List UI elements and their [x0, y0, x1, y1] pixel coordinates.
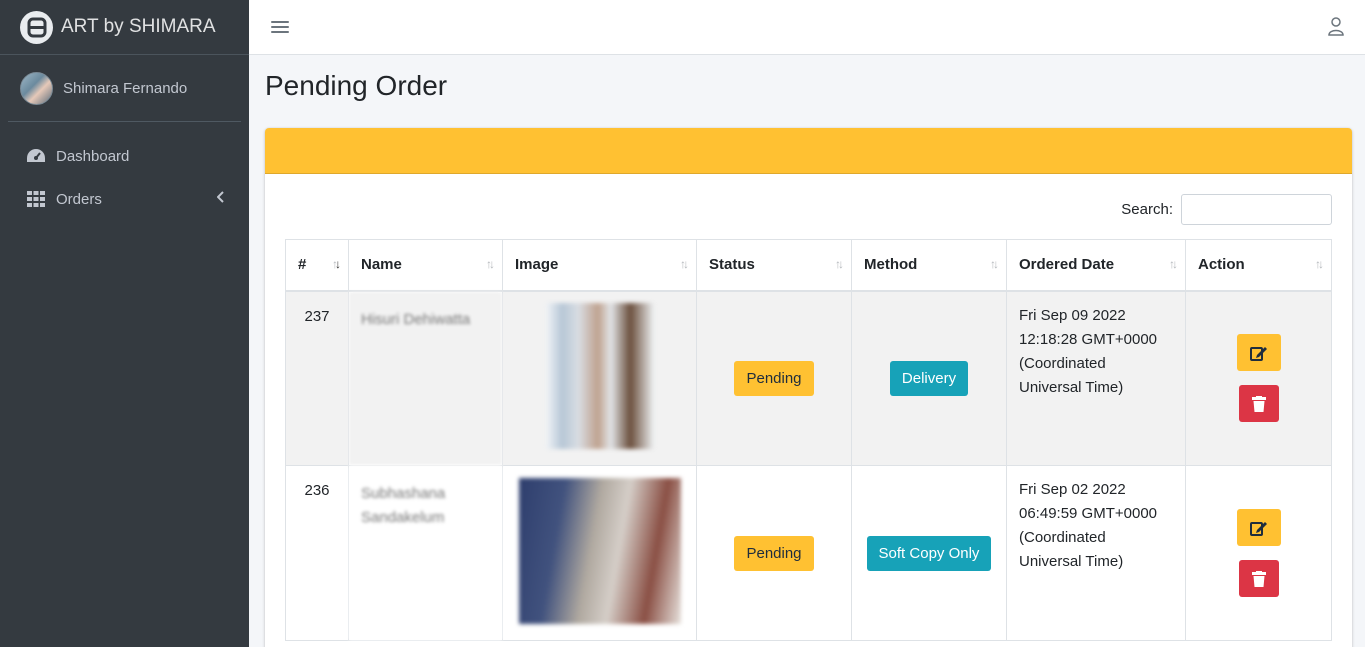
column-header-id[interactable]: # ↑↓: [285, 239, 349, 292]
menu-toggle-icon[interactable]: [271, 17, 289, 37]
method-badge: Delivery: [889, 360, 969, 396]
grid-icon: [26, 189, 46, 209]
status-cell: Pending: [696, 290, 852, 466]
delete-button[interactable]: [1238, 385, 1279, 423]
edit-icon: [1249, 346, 1267, 361]
chevron-left-icon: [216, 190, 225, 206]
search-input[interactable]: [1181, 194, 1332, 225]
sort-icon: ↑↓: [990, 257, 999, 271]
customer-name: Hisuri Dehiwatta: [348, 290, 503, 466]
table-row: 236 Subhashana Sandakelum Pending Soft C…: [285, 465, 1332, 641]
action-cell: [1185, 465, 1332, 641]
user-name: Shimara Fernando: [63, 79, 188, 97]
card-header: [265, 128, 1352, 174]
delete-button[interactable]: [1238, 560, 1279, 597]
edit-button[interactable]: [1236, 509, 1281, 546]
page-title: Pending Order: [265, 70, 448, 101]
method-cell: Delivery: [851, 290, 1007, 466]
ordered-date: Fri Sep 02 2022 06:49:59 GMT+0000 (Coord…: [1006, 465, 1186, 641]
orders-card: Search: # ↑↓ Name ↑↓ Image ↑↓ Status ↑↓ Meth…: [265, 128, 1352, 647]
brand-name: ART by SHIMARA: [61, 16, 216, 37]
orders-table: # ↑↓ Name ↑↓ Image ↑↓ Status ↑↓ Method ↑↓ Ord…: [285, 239, 1332, 641]
sidebar-item-label: Orders: [56, 190, 102, 208]
customer-name: Subhashana Sandakelum: [348, 465, 503, 641]
sidebar-item-label: Dashboard: [56, 147, 130, 165]
user-panel[interactable]: Shimara Fernando: [8, 55, 241, 122]
brand-link[interactable]: ART by SHIMARA: [0, 0, 249, 55]
sort-icon: ↑↓: [835, 257, 844, 271]
column-header-method[interactable]: Method ↑↓: [851, 239, 1007, 292]
table-header-row: # ↑↓ Name ↑↓ Image ↑↓ Status ↑↓ Method ↑↓ Ord…: [285, 239, 1332, 292]
ordered-date: Fri Sep 09 2022 12:18:28 GMT+0000 (Coord…: [1006, 290, 1186, 466]
image-cell: [502, 290, 697, 466]
column-header-image[interactable]: Image ↑↓: [502, 239, 697, 292]
image-cell: [502, 465, 697, 641]
method-badge: Soft Copy Only: [866, 535, 992, 571]
column-header-name[interactable]: Name ↑↓: [348, 239, 503, 292]
status-cell: Pending: [696, 465, 852, 641]
dashboard-icon: [26, 146, 46, 166]
search-row: Search:: [1121, 194, 1332, 225]
status-badge: Pending: [734, 360, 814, 396]
sidebar-item-orders[interactable]: Orders: [8, 179, 241, 219]
trash-icon: [1251, 570, 1266, 587]
topbar: [249, 0, 1365, 55]
status-badge: Pending: [734, 535, 814, 571]
column-header-ordered-date[interactable]: Ordered Date ↑↓: [1006, 239, 1186, 292]
sidebar-item-dashboard[interactable]: Dashboard: [8, 136, 241, 176]
order-image[interactable]: [545, 303, 654, 450]
edit-button[interactable]: [1236, 334, 1281, 372]
avatar: [20, 71, 53, 105]
action-cell: [1185, 290, 1332, 466]
sort-icon: ↑↓: [332, 257, 341, 271]
sidebar-nav: Dashboard Orders: [0, 136, 249, 219]
order-id: 236: [285, 465, 349, 641]
sort-icon: ↑↓: [486, 257, 495, 271]
sort-icon: ↑↓: [1315, 257, 1324, 271]
table-row: 237 Hisuri Dehiwatta Pending Delivery Fr…: [285, 290, 1332, 466]
column-header-action[interactable]: Action ↑↓: [1185, 239, 1332, 292]
order-id: 237: [285, 290, 349, 466]
column-header-status[interactable]: Status ↑↓: [696, 239, 852, 292]
edit-icon: [1249, 521, 1267, 536]
order-image[interactable]: [518, 478, 681, 624]
sidebar: ART by SHIMARA Shimara Fernando Dashboar…: [0, 0, 249, 647]
method-cell: Soft Copy Only: [851, 465, 1007, 641]
search-label: Search:: [1121, 201, 1173, 218]
trash-icon: [1251, 395, 1266, 412]
sort-icon: ↑↓: [680, 257, 689, 271]
sort-icon: ↑↓: [1169, 257, 1178, 271]
user-icon[interactable]: [1327, 16, 1345, 36]
brand-logo-icon: [20, 10, 53, 44]
